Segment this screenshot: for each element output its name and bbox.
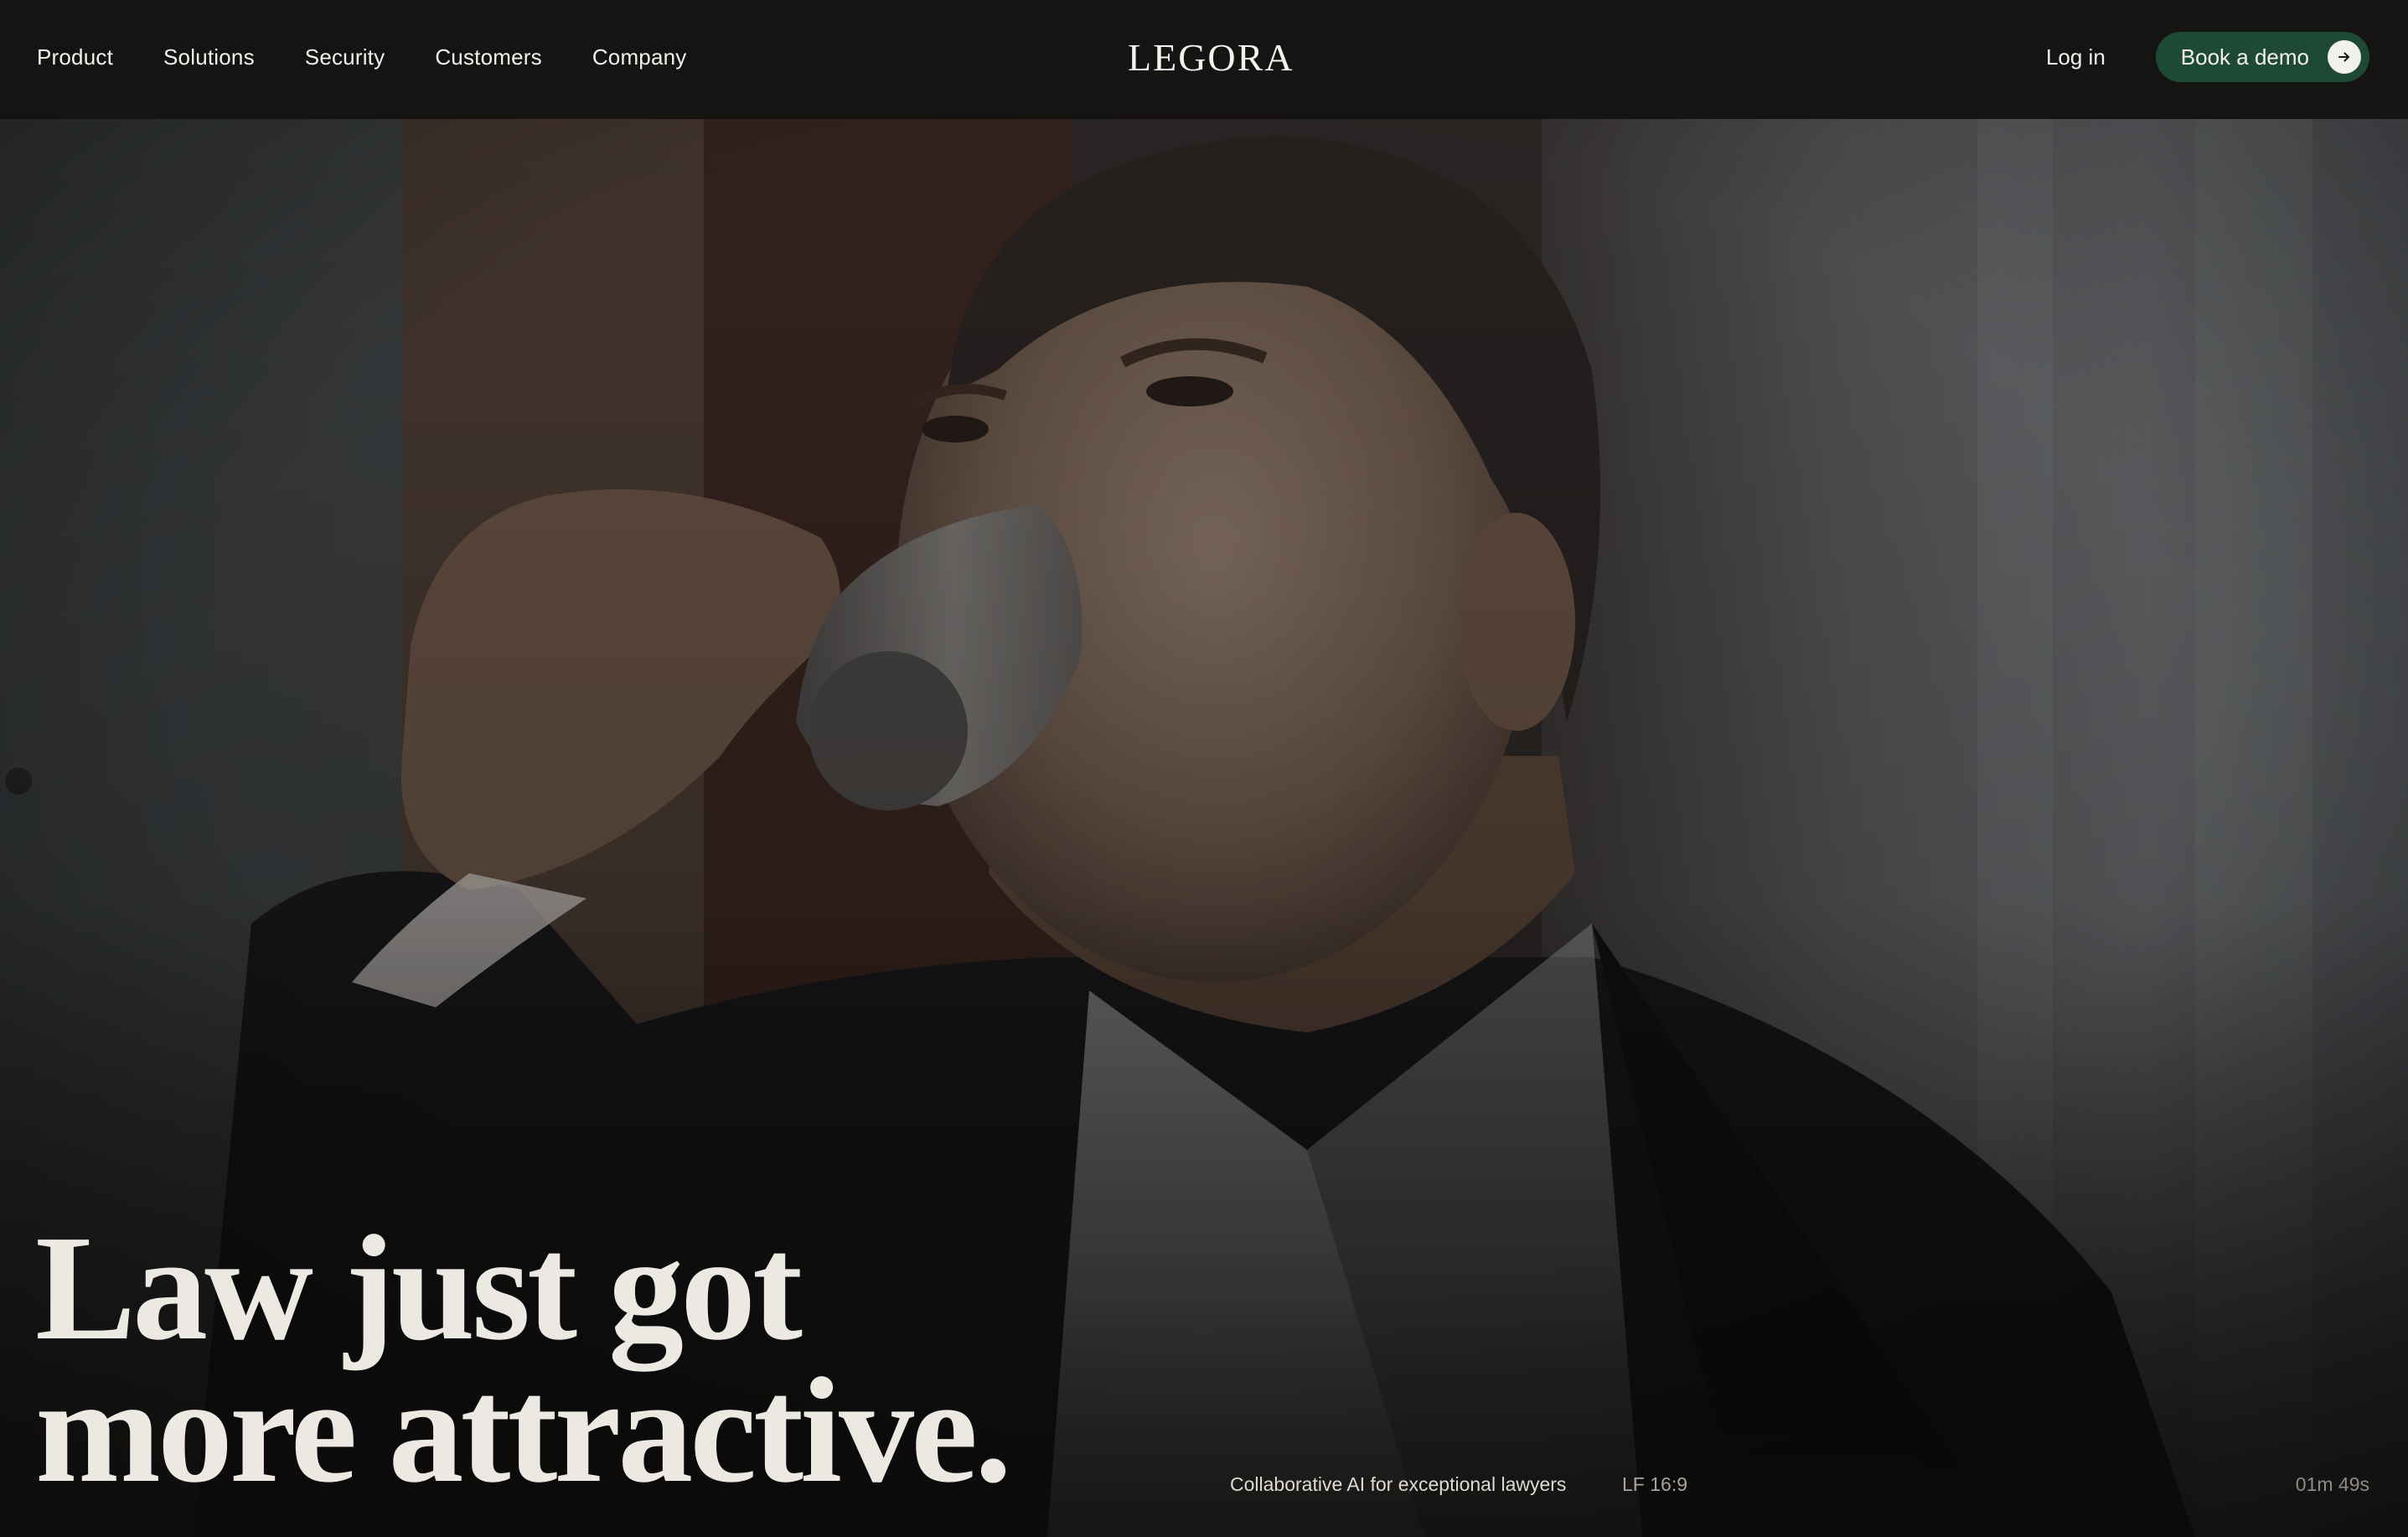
nav-solutions[interactable]: Solutions xyxy=(163,44,255,70)
header-actions: Log in Book a demo xyxy=(2046,0,2369,114)
arrow-right-icon xyxy=(2328,40,2361,74)
login-link[interactable]: Log in xyxy=(2046,44,2106,70)
hero-video[interactable]: Law just got more attractive. Collaborat… xyxy=(0,119,2408,1537)
hero-headline-line1: Law just got xyxy=(35,1204,803,1371)
nav-security[interactable]: Security xyxy=(305,44,385,70)
video-caption: Collaborative AI for exceptional lawyers xyxy=(1230,1473,1567,1495)
site-header: Product Solutions Security Customers Com… xyxy=(0,0,2408,119)
hero-headline: Law just got more attractive. xyxy=(35,1204,1012,1514)
book-demo-button[interactable]: Book a demo xyxy=(2155,32,2369,82)
main-nav: Product Solutions Security Customers Com… xyxy=(37,0,687,114)
nav-product[interactable]: Product xyxy=(37,44,113,70)
video-duration: 01m 49s xyxy=(2295,1473,2369,1495)
legora-logo[interactable]: LEGORA xyxy=(1128,0,1294,114)
hero-headline-line2: more attractive. xyxy=(35,1347,1012,1514)
nav-company[interactable]: Company xyxy=(592,44,687,70)
video-format: LF 16:9 xyxy=(1622,1473,1687,1495)
book-demo-label: Book a demo xyxy=(2180,44,2309,70)
nav-customers[interactable]: Customers xyxy=(435,44,542,70)
